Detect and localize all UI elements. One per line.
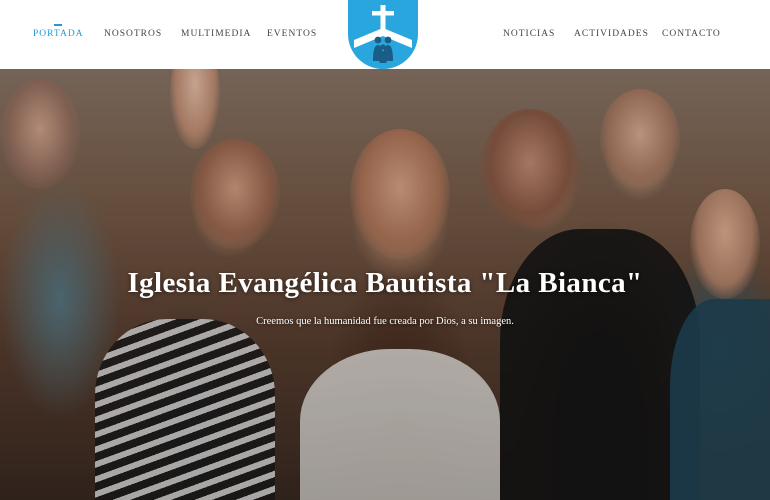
hero-banner: Iglesia Evangélica Bautista "La Bianca" … — [0, 69, 770, 500]
nav-link-portada[interactable]: PORTADA — [33, 29, 84, 39]
nav-link-nosotros[interactable]: NOSOTROS — [104, 29, 162, 39]
church-logo-icon[interactable] — [348, 0, 418, 69]
nav-link-multimedia[interactable]: MULTIMEDIA — [181, 29, 251, 39]
hero-title: Iglesia Evangélica Bautista "La Bianca" — [127, 267, 643, 299]
cross-family-icon — [348, 0, 418, 69]
nav-link-actividades[interactable]: ACTIVIDADES — [574, 29, 649, 39]
nav-link-eventos[interactable]: EVENTOS — [267, 29, 317, 39]
hero-subtitle: Creemos que la humanidad fue creada por … — [256, 316, 514, 327]
nav-link-contacto[interactable]: CONTACTO — [662, 29, 721, 39]
top-navbar: PORTADA NOSOTROS MULTIMEDIA EVENTOS NOTI… — [0, 0, 770, 69]
nav-link-noticias[interactable]: NOTICIAS — [503, 29, 555, 39]
